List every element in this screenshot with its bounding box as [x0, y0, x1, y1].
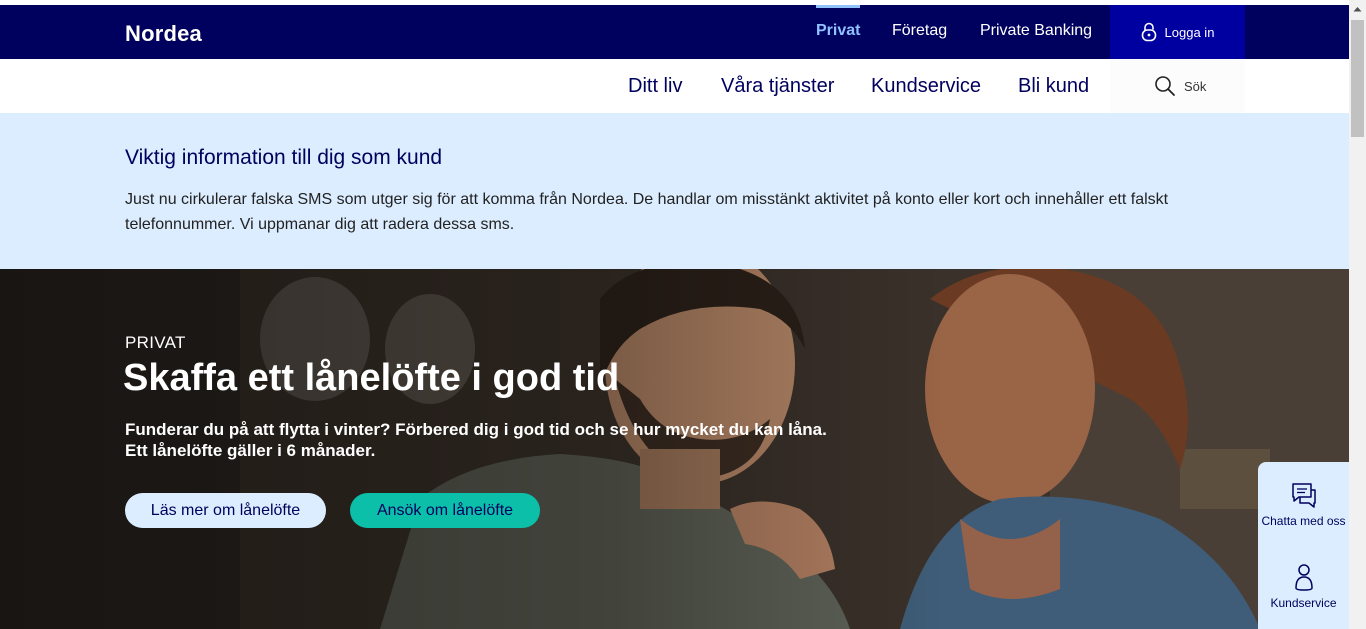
apply-button[interactable]: Ansök om lånelöfte [350, 493, 540, 528]
segment-private-banking[interactable]: Private Banking [980, 22, 1092, 40]
chat-icon [1291, 483, 1316, 508]
banner-text: Just nu cirkulerar falska SMS som utger … [125, 191, 1169, 233]
person-icon [1294, 564, 1313, 591]
hero-subtitle-line-2: Ett lånelöfte gäller i 6 månader. [125, 441, 376, 460]
search-label: Sök [1184, 78, 1207, 94]
hero-eyebrow: PRIVAT [125, 333, 186, 352]
scroll-up-arrow-icon[interactable] [1349, 0, 1366, 17]
search-icon [1154, 75, 1176, 97]
info-banner: Viktig information till dig som kund Jus… [0, 113, 1349, 269]
hero-title: Skaffa ett lånelöfte i god tid [123, 357, 620, 399]
hero-section: PRIVAT Skaffa ett lånelöfte i god tid Fu… [0, 269, 1349, 629]
chat-label: Chatta med oss [1261, 514, 1346, 528]
customer-service-label: Kundservice [1270, 596, 1337, 610]
top-bar: Nordea Privat Företag Private Banking Lo… [0, 5, 1349, 59]
scrollbar-thumb[interactable] [1351, 20, 1364, 137]
page: Nordea Privat Företag Private Banking Lo… [0, 0, 1349, 629]
banner-title: Viktig information till dig som kund [125, 146, 443, 169]
main-navigation: Ditt liv Våra tjänster Kundservice Bli k… [0, 59, 1349, 113]
search-button[interactable]: Sök [1110, 59, 1245, 113]
hero-subtitle: Funderar du på att flytta i vinter? Förb… [125, 419, 885, 461]
segment-foretag[interactable]: Företag [892, 22, 947, 40]
nav-bli-kund[interactable]: Bli kund [1018, 75, 1089, 98]
lock-icon [1141, 22, 1157, 42]
vertical-scrollbar[interactable] [1349, 0, 1366, 629]
nav-kundservice[interactable]: Kundservice [871, 75, 981, 98]
help-widget: Chatta med oss Kundservice [1258, 462, 1349, 629]
nav-ditt-liv[interactable]: Ditt liv [628, 75, 682, 98]
nav-vara-tjanster[interactable]: Våra tjänster [721, 75, 834, 98]
login-button[interactable]: Logga in [1110, 5, 1245, 59]
segment-privat[interactable]: Privat [816, 22, 860, 40]
read-more-button[interactable]: Läs mer om lånelöfte [125, 493, 326, 528]
active-segment-indicator [816, 5, 860, 8]
hero-subtitle-line-1: Funderar du på att flytta i vinter? Förb… [125, 420, 827, 439]
chat-button[interactable]: Chatta med oss [1258, 480, 1349, 529]
nordea-logo[interactable]: Nordea [125, 21, 202, 47]
login-label: Logga in [1164, 24, 1215, 40]
customer-service-button[interactable]: Kundservice [1258, 562, 1349, 611]
